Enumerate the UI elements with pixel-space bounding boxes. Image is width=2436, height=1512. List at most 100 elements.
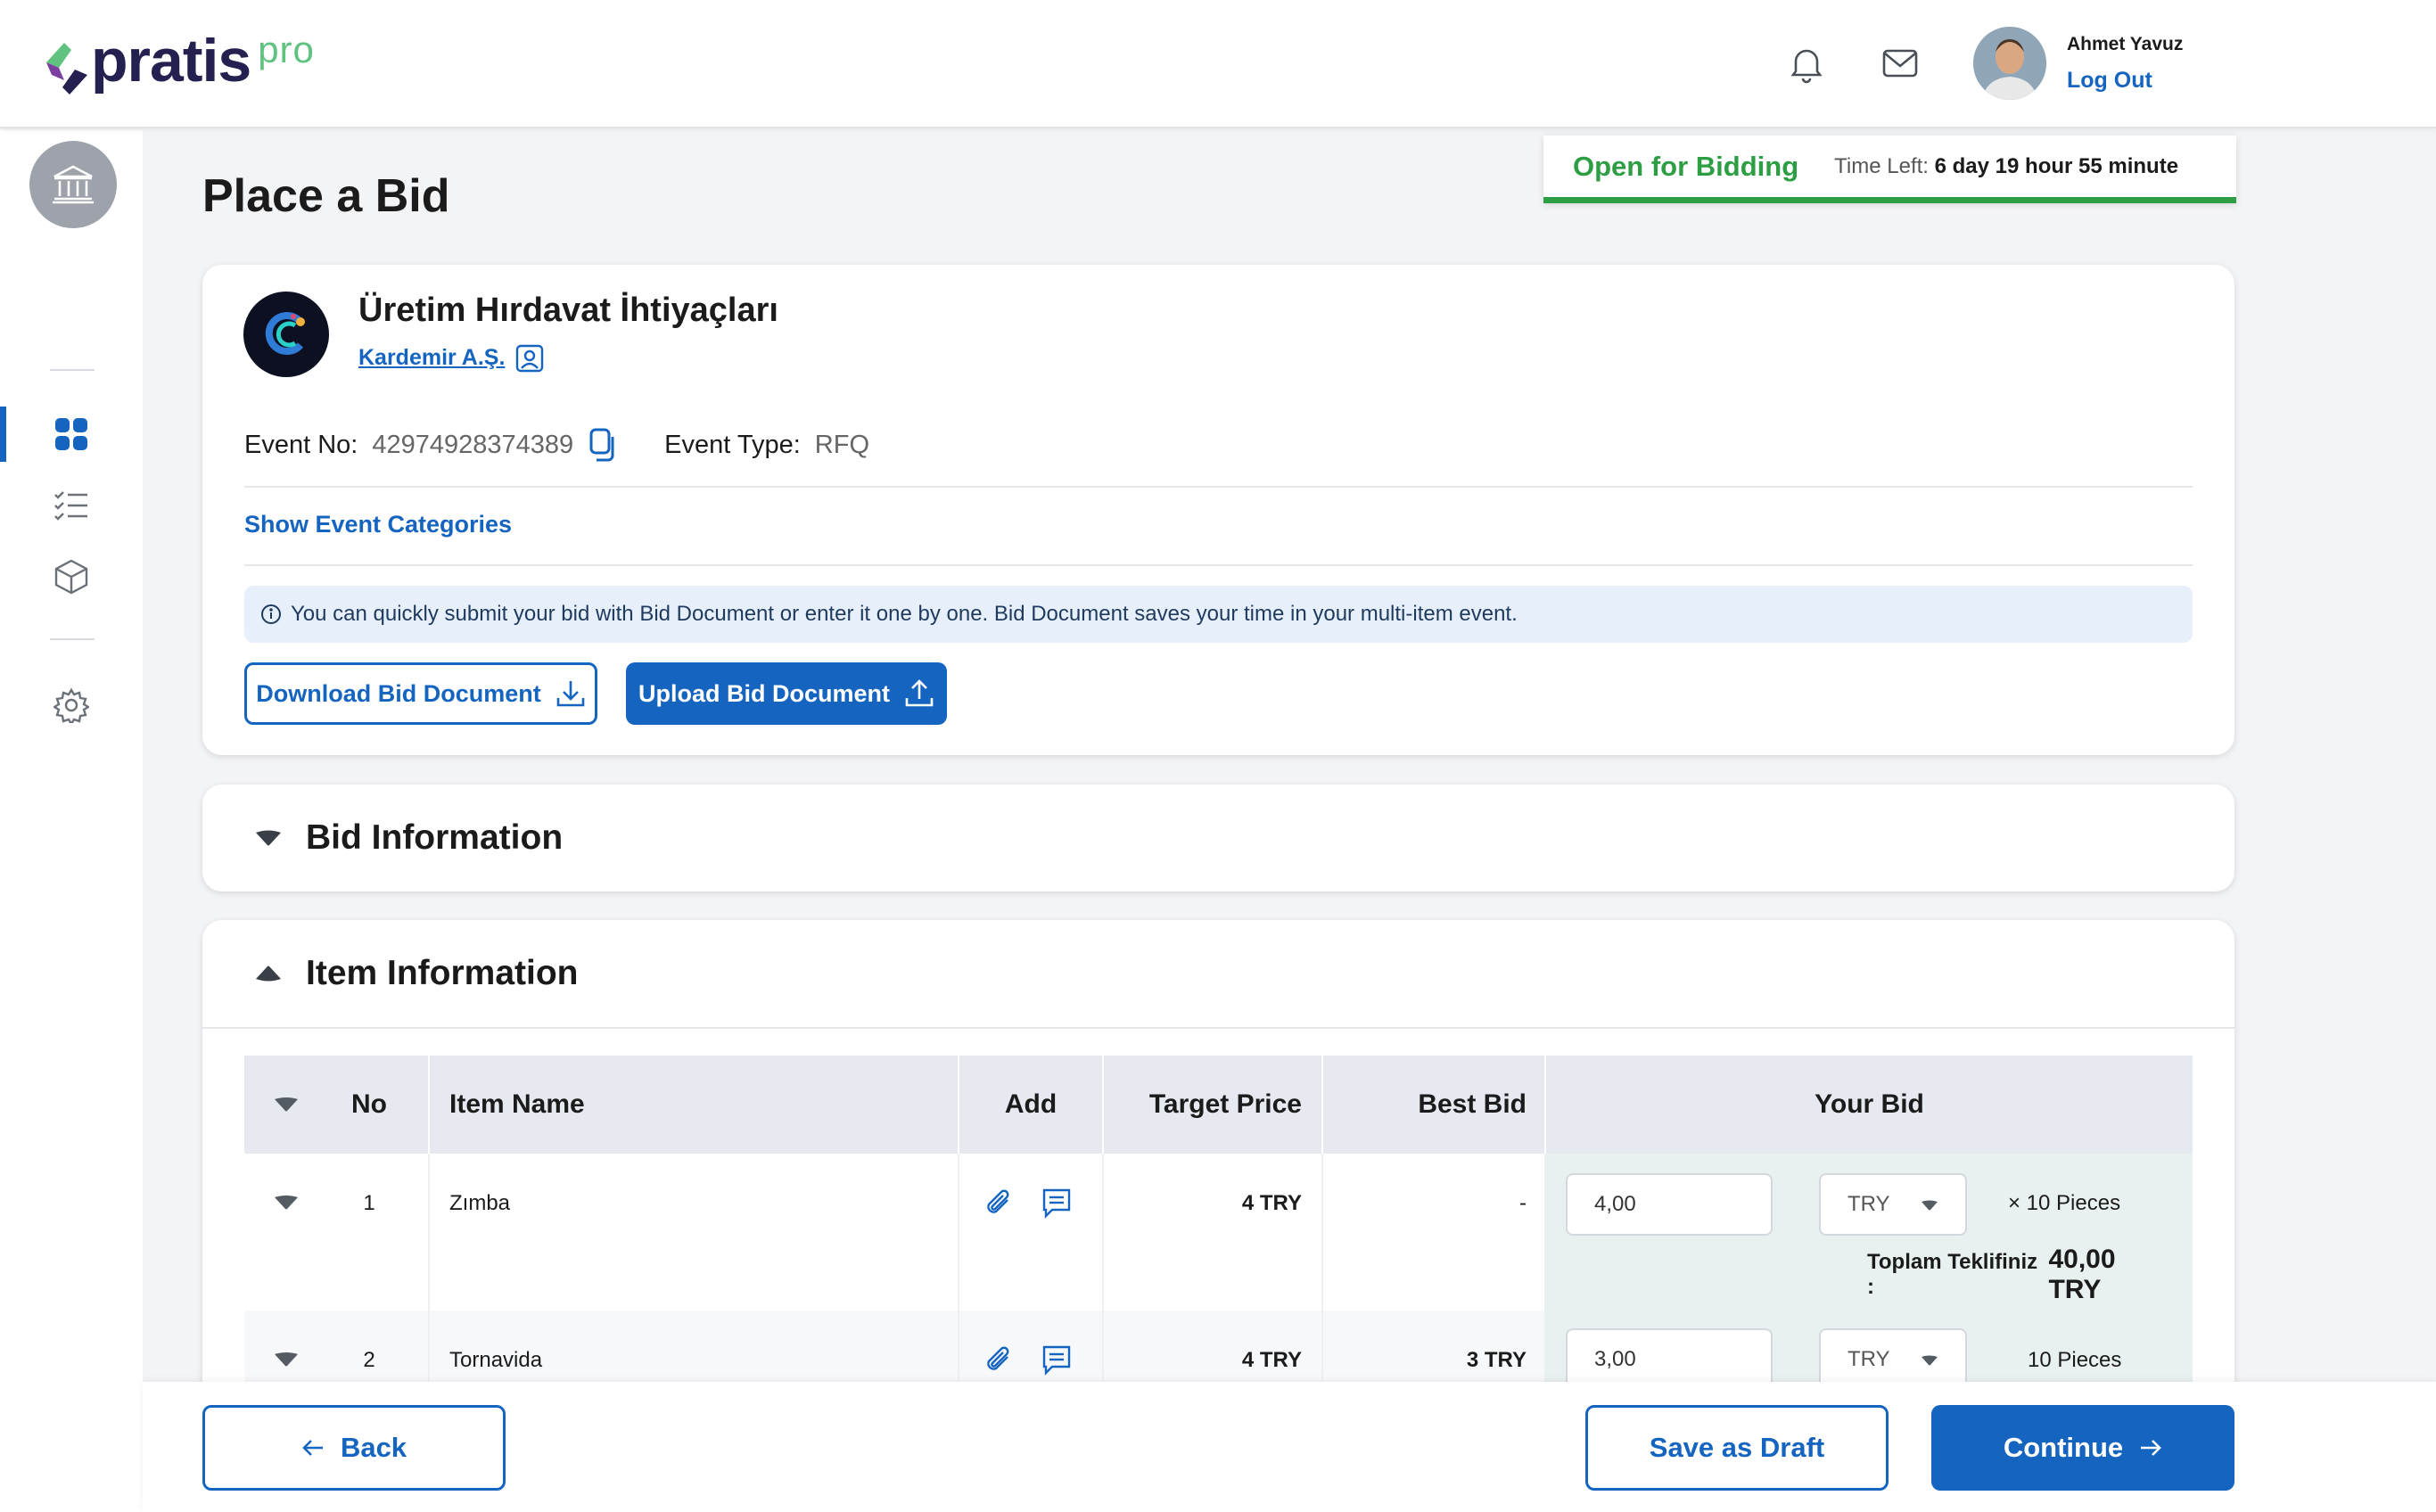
attachment-icon[interactable] [984,1344,1015,1376]
continue-button[interactable]: Continue [1931,1405,2234,1491]
col-separator [1102,1154,1104,1311]
row-expand-icon[interactable] [273,1352,300,1368]
currency-select[interactable]: TRY [1819,1173,1967,1236]
event-type-label: Event Type: [664,430,801,459]
upload-icon [905,679,934,707]
sidebar-item-tasks[interactable] [0,478,143,533]
bid-information-header[interactable]: Bid Information [254,785,563,892]
row-item-name: Zımba [449,1191,511,1215]
row-best-bid: - [1519,1191,1527,1215]
continue-label: Continue [2003,1432,2124,1463]
col-best-bid: Best Bid [1418,1089,1527,1119]
arrow-right-icon [2141,1440,2161,1456]
brand-logo[interactable]: pratis pro [46,29,315,96]
divider [244,486,2193,488]
item-information-title: Item Information [306,954,579,992]
event-title: Üretim Hırdavat İhtiyaçları [358,292,778,329]
status-banner: Open for Bidding Time Left: 6 day 19 hou… [1543,136,2236,203]
sidebar-item-settings[interactable] [0,678,143,733]
caret-down-icon [256,830,281,846]
col-add: Add [1004,1089,1058,1119]
bid-price-input[interactable]: 4,00 [1566,1173,1773,1236]
back-label: Back [340,1432,407,1463]
col-separator [428,1056,430,1154]
currency-value: TRY [1848,1347,1890,1371]
sidebar-item-products[interactable] [0,549,143,604]
company-logo-icon [265,312,305,355]
item-information-header[interactable]: Item Information [254,920,579,1027]
logout-link[interactable]: Log Out [2067,68,2152,94]
time-left: Time Left: 6 day 19 hour 55 minute [1834,154,2178,179]
info-icon [261,604,281,624]
download-icon [556,681,585,707]
grid-icon [55,418,87,450]
upload-bid-document-button[interactable]: Upload Bid Document [626,662,947,725]
row-target-price: 4 TRY [1241,1191,1302,1215]
divider [202,1027,2234,1029]
comment-icon[interactable] [1041,1344,1072,1376]
divider [244,564,2193,566]
bid-information-section[interactable]: Bid Information [202,785,2234,892]
sidebar-item-dashboard[interactable] [0,407,143,462]
company-profile-icon[interactable] [514,343,545,374]
show-event-categories-link[interactable]: Show Event Categories [244,511,512,538]
info-banner: You can quickly submit your bid with Bid… [244,586,2193,643]
upload-label: Upload Bid Document [638,679,890,707]
row-target-price: 4 TRY [1241,1348,1302,1372]
event-no-label: Event No: [244,430,358,459]
bell-icon[interactable] [1786,43,1827,84]
checklist-icon [54,491,87,521]
table-row: 1 Zımba 4 TRY - 4,00 TRY × 10 Pieces Top… [244,1154,2193,1311]
user-name: Ahmet Yavuz [2067,34,2184,54]
attachment-icon[interactable] [984,1187,1015,1220]
time-left-label: Time Left: [1834,153,1929,178]
caret-up-icon [256,966,281,982]
col-separator [958,1154,959,1311]
sidebar-divider [50,369,95,371]
col-no: No [351,1089,387,1119]
event-card: Üretim Hırdavat İhtiyaçları Kardemir A.Ş… [202,265,2234,755]
copy-icon[interactable] [588,427,620,463]
col-separator [428,1154,430,1311]
info-text: You can quickly submit your bid with Bid… [291,602,1518,626]
save-draft-label: Save as Draft [1649,1432,1825,1463]
box-icon [54,559,88,595]
brand-suffix: pro [258,29,315,70]
comment-icon[interactable] [1041,1187,1072,1220]
avatar-photo-icon [1973,27,2046,100]
sidebar-home[interactable] [29,141,117,228]
save-as-draft-button[interactable]: Save as Draft [1585,1405,1889,1491]
status-badge: Open for Bidding [1573,150,1799,182]
download-label: Download Bid Document [256,679,541,707]
col-separator [1321,1154,1323,1311]
row-total: Toplam Teklifiniz : 40,00 TRY [1867,1245,2170,1304]
total-value: 40,00 TRY [2048,1245,2116,1304]
row-no: 2 [363,1348,375,1372]
sidebar-divider [50,638,95,640]
row-expand-icon[interactable] [273,1195,300,1211]
sidebar [0,130,143,1512]
bid-information-title: Bid Information [306,818,564,857]
bank-icon [53,165,94,204]
company-link[interactable]: Kardemir A.Ş. [358,345,505,371]
logo-mark-icon [46,43,87,94]
expand-all-icon[interactable] [273,1097,300,1113]
chevron-down-icon [1922,1355,1938,1366]
row-quantity: × 10 Pieces [2008,1191,2121,1215]
back-button[interactable]: Back [202,1405,506,1491]
footer-actions: Back Save as Draft Continue [143,1382,2436,1512]
row-item-name: Tornavida [449,1348,543,1372]
event-meta: Event No: 42974928374389 Event Type: RFQ [244,427,869,463]
page-title: Place a Bid [202,170,450,222]
download-bid-document-button[interactable]: Download Bid Document [244,662,597,725]
row-best-bid: 3 TRY [1466,1348,1527,1372]
arrow-left-icon [302,1440,323,1456]
mail-icon[interactable] [1880,43,1921,84]
col-target-price: Target Price [1148,1089,1302,1119]
table-header: No Item Name Add Target Price Best Bid Y… [244,1056,2193,1154]
event-no-value: 42974928374389 [372,430,574,459]
company-logo [243,292,329,377]
row-no: 1 [363,1191,375,1215]
avatar[interactable] [1973,27,2046,100]
currency-value: TRY [1848,1192,1890,1216]
